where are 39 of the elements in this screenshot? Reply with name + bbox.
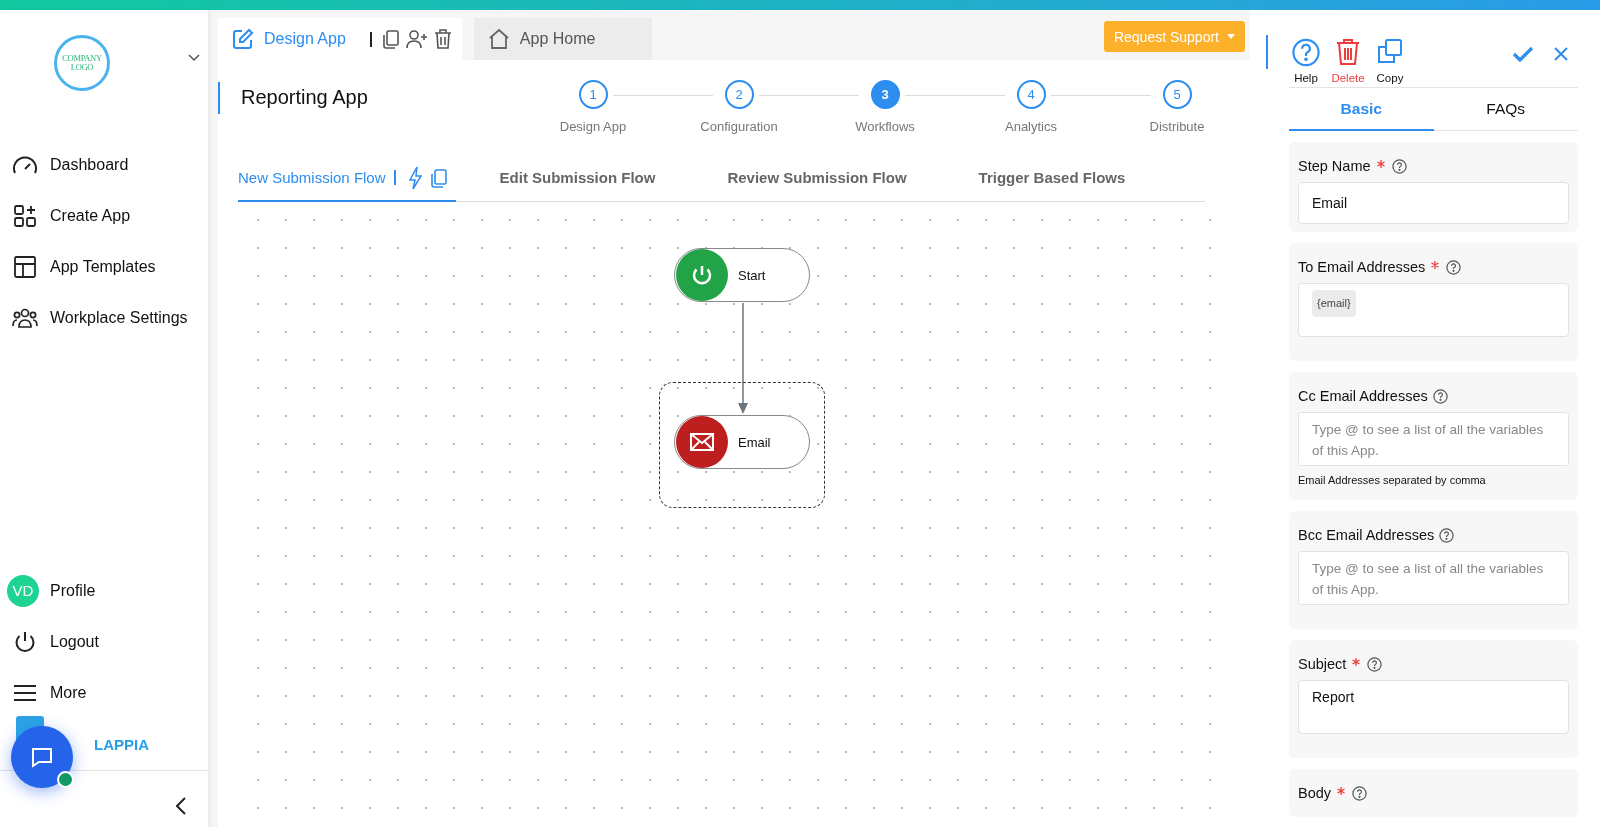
brand-name: LAPPIA bbox=[94, 735, 149, 753]
flow-tab[interactable]: Edit Submission Flow bbox=[499, 169, 656, 186]
field-label: To Email Addresses bbox=[1298, 259, 1426, 275]
variable-chip[interactable]: {email} bbox=[1312, 290, 1356, 317]
sidebar-item[interactable]: Create App bbox=[0, 190, 208, 241]
step-name-field[interactable]: Email bbox=[1298, 182, 1569, 224]
step-number[interactable]: 1 bbox=[578, 80, 608, 109]
company-logo: COMPANY LOGO bbox=[54, 35, 110, 91]
email-field[interactable]: {email} bbox=[1298, 283, 1569, 337]
field-label: Body bbox=[1298, 785, 1332, 801]
step-label: Workflows bbox=[855, 119, 915, 134]
text-field[interactable]: Type @ to see a list of all the variables of this App. bbox=[1298, 412, 1569, 466]
sidebar-item[interactable]: VD Profile bbox=[0, 565, 208, 616]
field-label: Cc Email Addresses bbox=[1298, 388, 1428, 404]
app-title: Reporting App bbox=[241, 86, 369, 110]
field-hint: Email Addresses separated by comma bbox=[1298, 474, 1487, 486]
sidebar-item[interactable]: Workplace Settings bbox=[0, 292, 208, 343]
sidebar-item[interactable]: App Templates bbox=[0, 241, 208, 292]
step-label: Distribute bbox=[1149, 119, 1205, 134]
flow-node[interactable]: Start bbox=[674, 248, 810, 302]
text-field[interactable]: Type @ to see a list of all the variables of this App. bbox=[1298, 551, 1569, 605]
step-label: Configuration bbox=[700, 119, 778, 134]
step-label: Design App bbox=[559, 119, 627, 134]
flow-tab[interactable]: Review Submission Flow bbox=[727, 169, 907, 186]
sidebar-item[interactable]: Logout bbox=[0, 616, 208, 667]
flow-tab[interactable]: Trigger Based Flows bbox=[978, 169, 1126, 186]
field-label: Subject bbox=[1298, 656, 1347, 672]
step-label: Analytics bbox=[1005, 119, 1057, 134]
help-button[interactable]: Help bbox=[1289, 38, 1323, 84]
sidebar-item[interactable]: Dashboard bbox=[0, 139, 208, 190]
field-label: Step Name bbox=[1298, 158, 1371, 174]
panel-tab[interactable]: FAQs bbox=[1433, 88, 1578, 131]
copy-button[interactable]: Copy bbox=[1373, 38, 1407, 84]
avatar: VD bbox=[7, 574, 39, 607]
field-label: Bcc Email Addresses bbox=[1298, 527, 1435, 543]
delete-button[interactable]: Delete bbox=[1331, 38, 1365, 84]
text-field[interactable]: Report bbox=[1298, 680, 1569, 734]
flow-node[interactable]: Email bbox=[674, 415, 810, 469]
sidebar-item[interactable]: More bbox=[0, 667, 208, 718]
